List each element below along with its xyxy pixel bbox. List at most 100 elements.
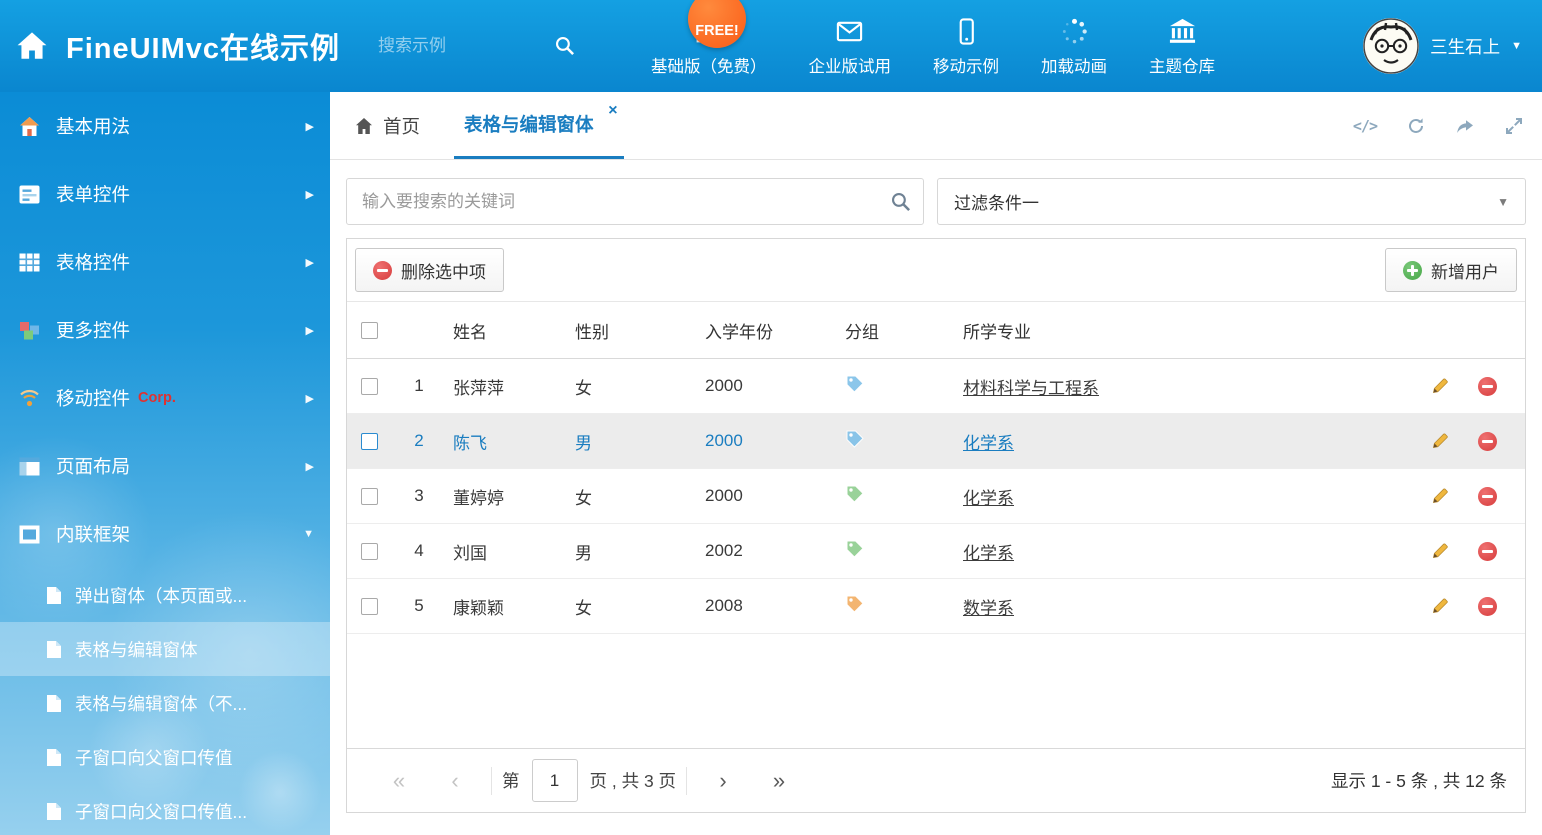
tab-actions: </> xyxy=(1353,92,1524,159)
tag-icon xyxy=(845,594,864,613)
col-name[interactable]: 姓名 xyxy=(441,318,563,343)
header-search-input[interactable] xyxy=(374,26,579,66)
file-icon xyxy=(46,640,62,659)
sidebar-subitem[interactable]: 表格与编辑窗体（不... xyxy=(0,676,330,730)
row-checkbox[interactable] xyxy=(361,598,378,615)
file-icon xyxy=(46,586,62,605)
sidebar-subitem[interactable]: 弹出窗体（本页面或... xyxy=(0,568,330,622)
sidebar-subitem[interactable]: 子窗口向父窗口传值 xyxy=(0,730,330,784)
cell-name: 张萍萍 xyxy=(441,374,563,399)
tag-icon xyxy=(845,429,864,448)
top-nav-item[interactable]: 加载动画 xyxy=(1041,16,1107,77)
avatar xyxy=(1363,18,1419,74)
top-nav-item[interactable]: 主题仓库 xyxy=(1149,16,1215,77)
col-year[interactable]: 入学年份 xyxy=(693,318,833,343)
select-all-checkbox[interactable] xyxy=(361,322,378,339)
sidebar-item[interactable]: 基本用法 ▶ xyxy=(0,92,330,160)
tab-home[interactable]: 首页 xyxy=(348,92,426,159)
signal-icon xyxy=(18,387,41,410)
sidebar: 基本用法 ▶ 表单控件 ▶ 表格控件 ▶ 更多控件 xyxy=(0,92,330,835)
edit-pencil-icon[interactable] xyxy=(1430,596,1450,616)
cell-name: 康颖颖 xyxy=(441,594,563,619)
col-group[interactable]: 分组 xyxy=(833,318,951,343)
cell-gender: 女 xyxy=(563,594,693,619)
sidebar-item[interactable]: 表格控件 ▶ xyxy=(0,228,330,296)
delete-selected-button[interactable]: 删除选中项 xyxy=(355,248,504,292)
major-link[interactable]: 化学系 xyxy=(963,544,1014,563)
major-link[interactable]: 化学系 xyxy=(963,489,1014,508)
sidebar-subitem[interactable]: 表格与编辑窗体 xyxy=(0,622,330,676)
tag-icon xyxy=(845,484,864,503)
table-row: 1 张萍萍 女 2000 材料科学与工程系 xyxy=(347,359,1525,414)
first-page-button[interactable]: « xyxy=(371,768,427,794)
row-number: 2 xyxy=(397,431,441,451)
col-major[interactable]: 所学专业 xyxy=(951,318,1413,343)
delete-row-icon[interactable] xyxy=(1478,432,1497,451)
chevron-right-icon: ▶ xyxy=(306,188,314,201)
cell-name: 董婷婷 xyxy=(441,484,563,509)
file-icon xyxy=(46,802,62,821)
sidebar-item[interactable]: 移动控件 Corp. ▶ xyxy=(0,364,330,432)
edit-pencil-icon[interactable] xyxy=(1430,486,1450,506)
corp-badge: Corp. xyxy=(138,390,176,406)
user-menu[interactable]: 三生石上 ▼ xyxy=(1363,18,1522,74)
sidebar-submenu: 弹出窗体（本页面或... 表格与编辑窗体 表格与编辑窗体（不... 子窗口向 xyxy=(0,568,330,835)
tab-grid-edit-window[interactable]: 表格与编辑窗体 × xyxy=(454,92,624,159)
keyword-search-box xyxy=(346,178,924,225)
chevron-down-icon: ▼ xyxy=(303,528,314,540)
pager-divider xyxy=(491,767,492,795)
brand[interactable]: FineUIMvc在线示例 xyxy=(0,25,340,67)
filter-dropdown[interactable]: 过滤条件一 ▼ xyxy=(937,178,1526,225)
cell-name: 刘国 xyxy=(441,539,563,564)
file-icon xyxy=(46,748,62,767)
add-user-button[interactable]: 新增用户 xyxy=(1385,248,1517,292)
grid-toolbar: 删除选中项 新增用户 xyxy=(347,239,1525,302)
pagination-bar: « ‹ 第 页 , 共 3 页 › » 显示 1 - 5 条 , 共 12 条 xyxy=(347,748,1525,812)
sidebar-item[interactable]: 表单控件 ▶ xyxy=(0,160,330,228)
edit-pencil-icon[interactable] xyxy=(1430,376,1450,396)
delete-row-icon[interactable] xyxy=(1478,597,1497,616)
keyword-search-input[interactable] xyxy=(347,179,923,224)
sidebar-subitem[interactable]: 子窗口向父窗口传值... xyxy=(0,784,330,835)
grid-icon xyxy=(18,251,41,274)
pager-divider xyxy=(686,767,687,795)
forward-icon[interactable] xyxy=(1455,116,1475,136)
delete-row-icon[interactable] xyxy=(1478,542,1497,561)
expand-icon[interactable] xyxy=(1504,116,1524,136)
major-link[interactable]: 化学系 xyxy=(963,434,1014,453)
delete-row-icon[interactable] xyxy=(1478,377,1497,396)
col-gender[interactable]: 性别 xyxy=(563,318,693,343)
top-nav-item[interactable]: 企业版试用 xyxy=(809,16,892,77)
search-icon[interactable] xyxy=(554,35,575,56)
sidebar-item[interactable]: 更多控件 ▶ xyxy=(0,296,330,364)
mobile-icon xyxy=(952,16,981,46)
sidebar-item[interactable]: 页面布局 ▶ xyxy=(0,432,330,500)
row-checkbox[interactable] xyxy=(361,433,378,450)
edit-pencil-icon[interactable] xyxy=(1430,541,1450,561)
record-summary: 显示 1 - 5 条 , 共 12 条 xyxy=(1331,768,1507,793)
filter-row: 过滤条件一 ▼ xyxy=(346,178,1526,225)
search-icon[interactable] xyxy=(890,191,911,212)
next-page-button[interactable]: › xyxy=(695,768,751,794)
major-link[interactable]: 数学系 xyxy=(963,599,1014,618)
home-side-icon xyxy=(18,115,41,138)
major-link[interactable]: 材料科学与工程系 xyxy=(963,379,1099,398)
last-page-button[interactable]: » xyxy=(751,768,807,794)
row-checkbox[interactable] xyxy=(361,378,378,395)
cell-year: 2000 xyxy=(693,486,833,506)
prev-page-button[interactable]: ‹ xyxy=(427,768,483,794)
top-nav-item[interactable]: 移动示例 xyxy=(933,16,999,77)
close-icon[interactable]: × xyxy=(608,102,617,120)
code-icon[interactable]: </> xyxy=(1353,117,1377,135)
sidebar-item[interactable]: 内联框架 ▼ xyxy=(0,500,330,568)
table-row: 5 康颖颖 女 2008 数学系 xyxy=(347,579,1525,634)
tag-icon xyxy=(845,539,864,558)
page-number-input[interactable] xyxy=(532,759,578,802)
row-checkbox[interactable] xyxy=(361,488,378,505)
row-checkbox[interactable] xyxy=(361,543,378,560)
refresh-icon[interactable] xyxy=(1406,116,1426,136)
cell-gender: 女 xyxy=(563,484,693,509)
cell-gender: 男 xyxy=(563,429,693,454)
edit-pencil-icon[interactable] xyxy=(1430,431,1450,451)
delete-row-icon[interactable] xyxy=(1478,487,1497,506)
